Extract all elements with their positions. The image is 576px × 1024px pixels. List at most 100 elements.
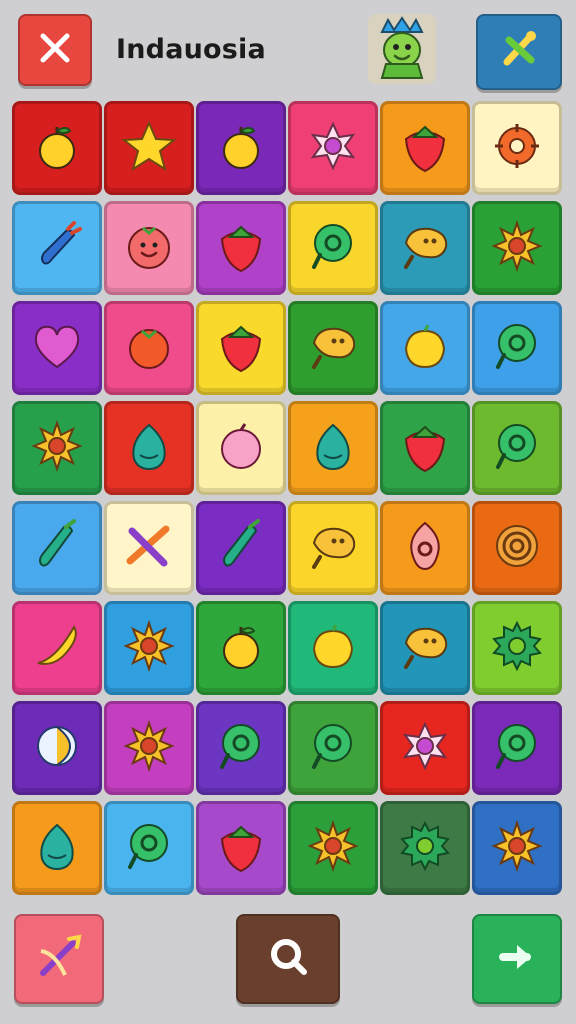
board-tile[interactable] [472, 301, 562, 395]
board-tile[interactable] [288, 801, 378, 895]
flower-icon [394, 715, 456, 781]
sun-icon [486, 815, 548, 881]
board-tile[interactable] [472, 401, 562, 495]
board-tile[interactable] [12, 701, 102, 795]
board-tile[interactable] [12, 301, 102, 395]
board-tile[interactable] [12, 101, 102, 195]
mascot-avatar-icon[interactable] [368, 14, 436, 84]
bow-button[interactable] [14, 914, 104, 1004]
board-tile[interactable] [196, 401, 286, 495]
sun-icon [26, 415, 88, 481]
search-icon [262, 931, 314, 987]
board-tile[interactable] [12, 801, 102, 895]
board-tile[interactable] [288, 501, 378, 595]
board-tile[interactable] [472, 501, 562, 595]
arrow-right-icon [491, 931, 543, 987]
bean-icon [302, 515, 364, 581]
board-tile[interactable] [12, 501, 102, 595]
ring-pin-icon [118, 815, 180, 881]
board-tile[interactable] [288, 301, 378, 395]
onion-icon [302, 415, 364, 481]
board-tile[interactable] [472, 201, 562, 295]
board-tile[interactable] [380, 101, 470, 195]
ring-pin-icon [486, 415, 548, 481]
strawberry-icon [210, 215, 272, 281]
board-tile[interactable] [196, 801, 286, 895]
board-tile[interactable] [104, 301, 194, 395]
bean-icon [302, 315, 364, 381]
ring-pin-icon [486, 715, 548, 781]
onion-icon [118, 415, 180, 481]
apple-icon [26, 115, 88, 181]
tomato-icon [118, 315, 180, 381]
gear-flower-icon [486, 115, 548, 181]
sun-icon [486, 215, 548, 281]
sun-icon [118, 715, 180, 781]
board-tile[interactable] [104, 201, 194, 295]
board-tile[interactable] [380, 501, 470, 595]
board-tile[interactable] [380, 801, 470, 895]
strawberry-icon [210, 815, 272, 881]
search-button[interactable] [236, 914, 340, 1004]
close-icon [35, 28, 75, 72]
board-tile[interactable] [196, 601, 286, 695]
next-button[interactable] [472, 914, 562, 1004]
sun-icon [118, 615, 180, 681]
board-tile[interactable] [12, 601, 102, 695]
board-tile[interactable] [380, 401, 470, 495]
board-tile[interactable] [380, 601, 470, 695]
board-tile[interactable] [288, 601, 378, 695]
board-tile[interactable] [104, 801, 194, 895]
ring-pin-icon [210, 715, 272, 781]
board-tile[interactable] [104, 401, 194, 495]
tools-button[interactable] [476, 14, 562, 90]
crossed-tools-icon [495, 26, 543, 78]
board-tile[interactable] [12, 401, 102, 495]
board-tile[interactable] [104, 101, 194, 195]
sun-icon [302, 815, 364, 881]
board-tile[interactable] [196, 301, 286, 395]
board-tile[interactable] [472, 701, 562, 795]
board-tile[interactable] [288, 401, 378, 495]
drop-ring-icon [394, 515, 456, 581]
board-tile[interactable] [196, 201, 286, 295]
board-tile[interactable] [288, 701, 378, 795]
strawberry-icon [394, 115, 456, 181]
apple-icon [210, 115, 272, 181]
strawberry-icon [210, 315, 272, 381]
game-title: Indauosia [116, 34, 266, 65]
board-tile[interactable] [104, 601, 194, 695]
board-tile[interactable] [196, 701, 286, 795]
bean-icon [394, 615, 456, 681]
smiling-tomato-icon [118, 215, 180, 281]
star-icon [118, 115, 180, 181]
ring-pin-icon [486, 315, 548, 381]
target-icon [486, 515, 548, 581]
bean-icon [394, 215, 456, 281]
lemon-icon [302, 615, 364, 681]
board-tile[interactable] [472, 801, 562, 895]
board-tile[interactable] [380, 301, 470, 395]
close-button[interactable] [18, 14, 92, 86]
lemon-icon [394, 315, 456, 381]
moon-icon [26, 715, 88, 781]
board-tile[interactable] [472, 101, 562, 195]
board-tile[interactable] [380, 701, 470, 795]
board-tile[interactable] [380, 201, 470, 295]
carrot-icon [26, 215, 88, 281]
board-tile[interactable] [288, 201, 378, 295]
ring-pin-icon [302, 715, 364, 781]
chili-icon [26, 515, 88, 581]
board-tile[interactable] [288, 101, 378, 195]
gear-icon [486, 615, 548, 681]
banana-icon [26, 615, 88, 681]
board-tile[interactable] [472, 601, 562, 695]
board-tile[interactable] [196, 101, 286, 195]
board-tile[interactable] [12, 201, 102, 295]
board-tile[interactable] [104, 501, 194, 595]
strawberry-icon [394, 415, 456, 481]
ring-pin-icon [302, 215, 364, 281]
board-tile[interactable] [196, 501, 286, 595]
heart-icon [26, 315, 88, 381]
board-tile[interactable] [104, 701, 194, 795]
